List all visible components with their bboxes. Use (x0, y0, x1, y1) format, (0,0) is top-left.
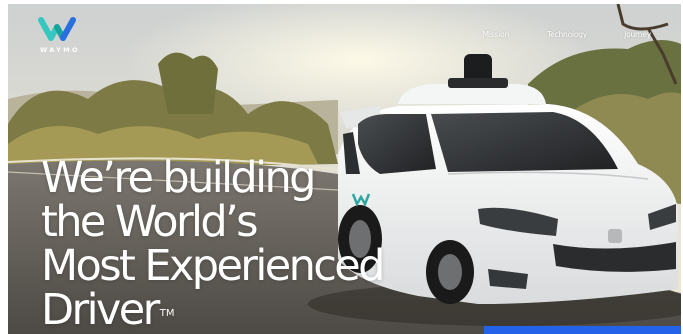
logo-wordmark: WAYMO (40, 46, 80, 54)
top-nav: Mission Technology Journey (483, 30, 652, 39)
headline-line-2: the World’s (41, 197, 259, 247)
hero-banner: WAYMO Mission Technology Journey We’re b… (8, 4, 681, 334)
waymo-w-logo-icon (38, 17, 76, 41)
cta-button[interactable] (484, 326, 681, 334)
waymo-logo[interactable]: WAYMO (38, 16, 88, 58)
nav-item-mission[interactable]: Mission (483, 30, 510, 39)
headline-line-4: Driver TM (41, 288, 383, 332)
hero-headline: We’re building the World’s Most Experien… (41, 153, 385, 332)
nav-item-technology[interactable]: Technology (547, 30, 587, 39)
headline-line-4-text: Driver (41, 285, 160, 334)
headline-line-3: Most Experienced (41, 241, 385, 291)
headline-line-1: We’re building (41, 153, 316, 203)
nav-item-journey[interactable]: Journey (624, 30, 651, 39)
trademark-symbol: TM (159, 308, 175, 319)
